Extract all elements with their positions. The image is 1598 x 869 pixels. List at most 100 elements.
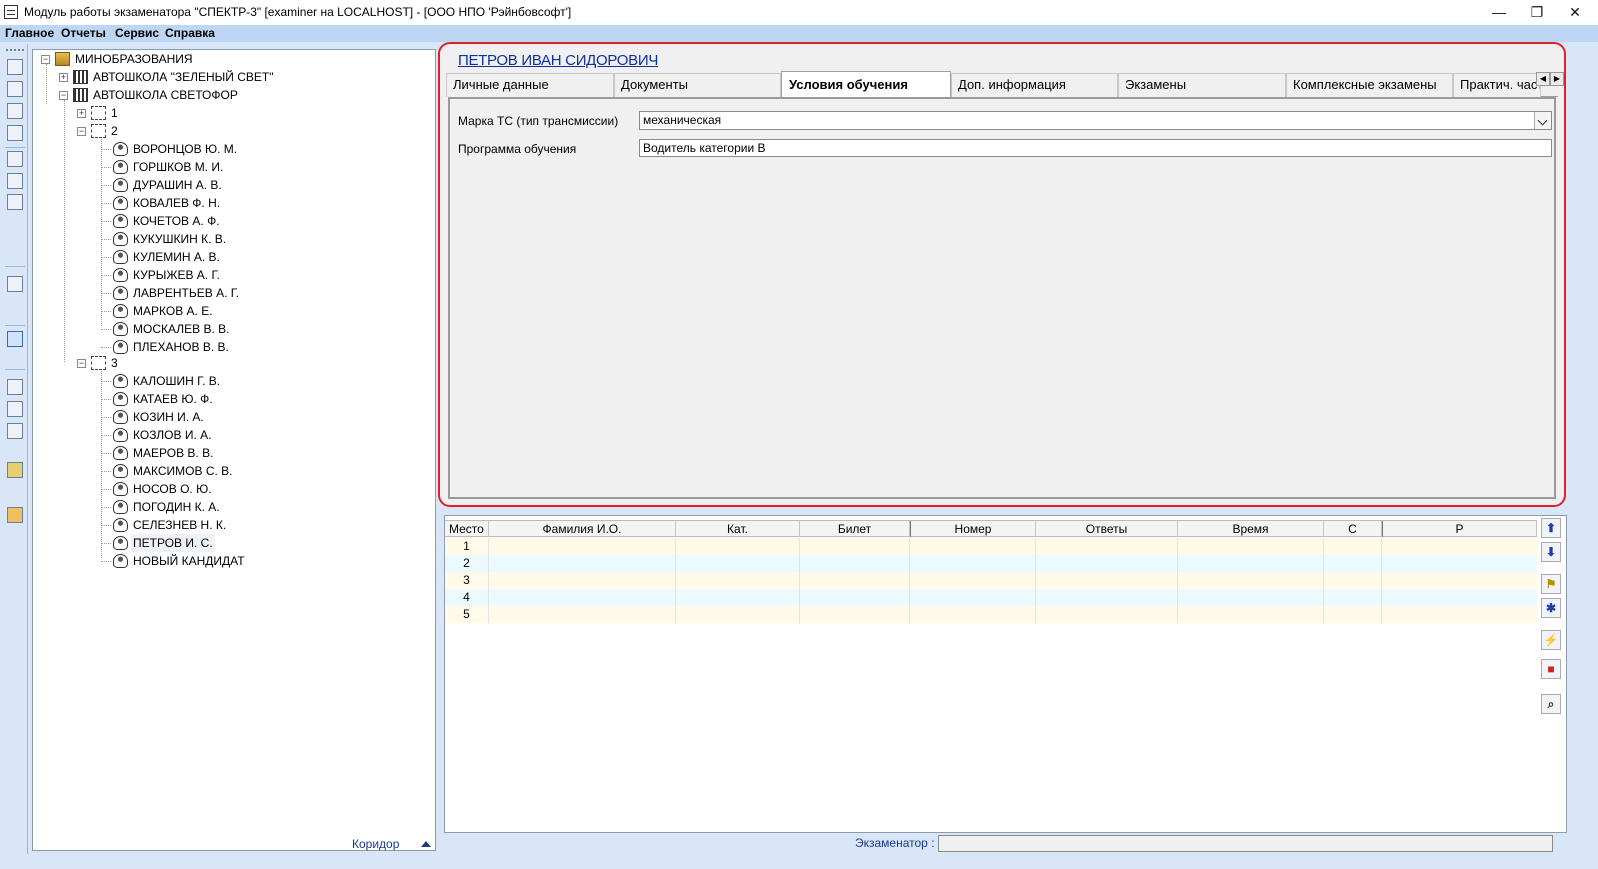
tree-label: ГОРШКОВ М. И.: [133, 160, 224, 174]
tree-label: МИНОБРАЗОВАНИЯ: [75, 52, 193, 66]
collapse-toggle[interactable]: −: [41, 55, 50, 64]
row-place: 2: [445, 555, 489, 572]
column-header-c[interactable]: С: [1324, 521, 1382, 537]
clock-icon[interactable]: [7, 331, 23, 347]
program-field[interactable]: Водитель категории B: [639, 139, 1552, 157]
edit-icon[interactable]: [7, 151, 23, 167]
expand-toggle[interactable]: +: [77, 109, 86, 118]
candidate-icon: [113, 178, 128, 192]
group-icon: [91, 124, 106, 138]
table-row[interactable]: 3: [445, 572, 1537, 589]
candidate-icon: [113, 232, 128, 246]
column-header-name[interactable]: Фамилия И.О.: [489, 521, 676, 537]
tab-additional-info[interactable]: Доп. информация: [951, 73, 1118, 97]
group-select-icon[interactable]: [7, 81, 23, 97]
toolbar-grip[interactable]: [6, 49, 24, 51]
tree-label: КАЛОШИН Г. В.: [133, 374, 221, 388]
tree-label: КУКУШКИН К. В.: [133, 232, 227, 246]
toolbar-separator: [5, 369, 25, 370]
column-header-number[interactable]: Номер: [910, 521, 1036, 537]
chevron-up-icon[interactable]: [421, 841, 431, 847]
save-icon[interactable]: [7, 173, 23, 189]
lightning-icon[interactable]: ⚡: [1541, 630, 1561, 650]
copy-icon[interactable]: [7, 423, 23, 439]
transmission-select[interactable]: механическая: [639, 111, 1552, 130]
column-header-place[interactable]: Место: [445, 521, 489, 537]
tree-label: 1: [111, 106, 118, 120]
column-header-time[interactable]: Время: [1178, 521, 1324, 537]
tree-label: МАЕРОВ В. В.: [133, 446, 214, 460]
puzzle-icon[interactable]: ✱: [1541, 598, 1561, 618]
tab-personal-data[interactable]: Личные данные: [446, 73, 614, 97]
menu-reports[interactable]: Отчеты: [61, 26, 106, 40]
title-bar: Модуль работы экзаменатора "СПЕКТР-3" [e…: [0, 0, 1598, 25]
menu-main[interactable]: Главное: [5, 26, 54, 40]
column-header-answers[interactable]: Ответы: [1036, 521, 1178, 537]
collapse-toggle[interactable]: −: [77, 127, 86, 136]
candidate-icon: [113, 482, 128, 496]
exit-door-icon[interactable]: [7, 507, 23, 523]
corridor-label: Коридор: [352, 837, 400, 851]
menu-help[interactable]: Справка: [165, 26, 215, 40]
monitor-icon[interactable]: [7, 379, 23, 395]
tab-practical-part[interactable]: Практич. часть: [1453, 73, 1541, 97]
stop-icon[interactable]: ■: [1541, 659, 1561, 679]
zoom-icon[interactable]: ⌕: [1541, 694, 1561, 714]
table-row[interactable]: 4: [445, 589, 1537, 606]
tree-label: ДУРАШИН А. В.: [133, 178, 222, 192]
table-icon[interactable]: [7, 276, 23, 292]
book-icon[interactable]: [7, 401, 23, 417]
tab-exams[interactable]: Экзамены: [1118, 73, 1286, 97]
pen-icon[interactable]: [7, 59, 23, 75]
close-button[interactable]: ✕: [1552, 0, 1598, 25]
minimize-button[interactable]: —: [1476, 0, 1522, 25]
flag-icon[interactable]: ⚑: [1541, 574, 1561, 594]
candidate-icon: [113, 392, 128, 406]
restore-button[interactable]: ❐: [1522, 0, 1552, 25]
candidate-icon: [113, 196, 128, 210]
keyboard-icon[interactable]: [7, 125, 23, 141]
grid-header: Место Фамилия И.О. Кат. Билет Номер Отве…: [445, 520, 1537, 537]
app-icon[interactable]: [4, 5, 18, 19]
table-row[interactable]: 5: [445, 606, 1537, 623]
arrow-up-icon[interactable]: ⬆: [1541, 518, 1561, 538]
menu-service[interactable]: Сервис: [115, 26, 159, 40]
row-place: 1: [445, 538, 489, 555]
collapse-toggle[interactable]: −: [77, 359, 86, 368]
tree-connector: [64, 100, 65, 362]
column-header-ticket[interactable]: Билет: [800, 521, 910, 537]
tab-scroll-right-icon[interactable]: ▶: [1550, 72, 1564, 86]
table-row[interactable]: 1: [445, 538, 1537, 555]
chevron-down-icon[interactable]: [1534, 112, 1551, 129]
undo-icon[interactable]: [7, 194, 23, 210]
tree-connector: [101, 368, 102, 558]
tree-label: СЕЛЕЗНЕВ Н. К.: [133, 518, 227, 532]
candidate-full-name[interactable]: ПЕТРОВ ИВАН СИДОРОВИЧ: [458, 52, 658, 69]
table-row[interactable]: 2: [445, 555, 1537, 572]
column-header-r[interactable]: Р: [1382, 521, 1537, 537]
tab-documents[interactable]: Документы: [614, 73, 781, 97]
expand-toggle[interactable]: +: [59, 73, 68, 82]
collapse-toggle[interactable]: −: [59, 91, 68, 100]
tree-label: НОСОВ О. Ю.: [133, 482, 212, 496]
tree-label: КОЗИН И. А.: [133, 410, 204, 424]
column-header-category[interactable]: Кат.: [676, 521, 800, 537]
tree-label: ПОГОДИН К. А.: [133, 500, 220, 514]
tab-complex-exams[interactable]: Комплексные экзамены: [1286, 73, 1453, 97]
candidate-icon: [113, 142, 128, 156]
candidate-icon: [113, 250, 128, 264]
tree-connector: [101, 136, 102, 326]
candidate-icon: [113, 554, 128, 568]
candidate-icon: [113, 304, 128, 318]
database-icon[interactable]: [7, 462, 23, 478]
toolbar-separator: [5, 325, 25, 326]
person-icon[interactable]: [7, 103, 23, 119]
transmission-value: механическая: [643, 113, 722, 127]
candidate-icon: [113, 340, 128, 354]
corridor-bar[interactable]: Коридор: [32, 836, 436, 852]
tab-training-conditions[interactable]: Условия обучения: [781, 71, 951, 98]
arrow-down-icon[interactable]: ⬇: [1541, 542, 1561, 562]
tab-scroll-left-icon[interactable]: ◀: [1536, 72, 1550, 86]
group-icon: [91, 356, 106, 370]
tree-label: НОВЫЙ КАНДИДАТ: [133, 554, 245, 568]
